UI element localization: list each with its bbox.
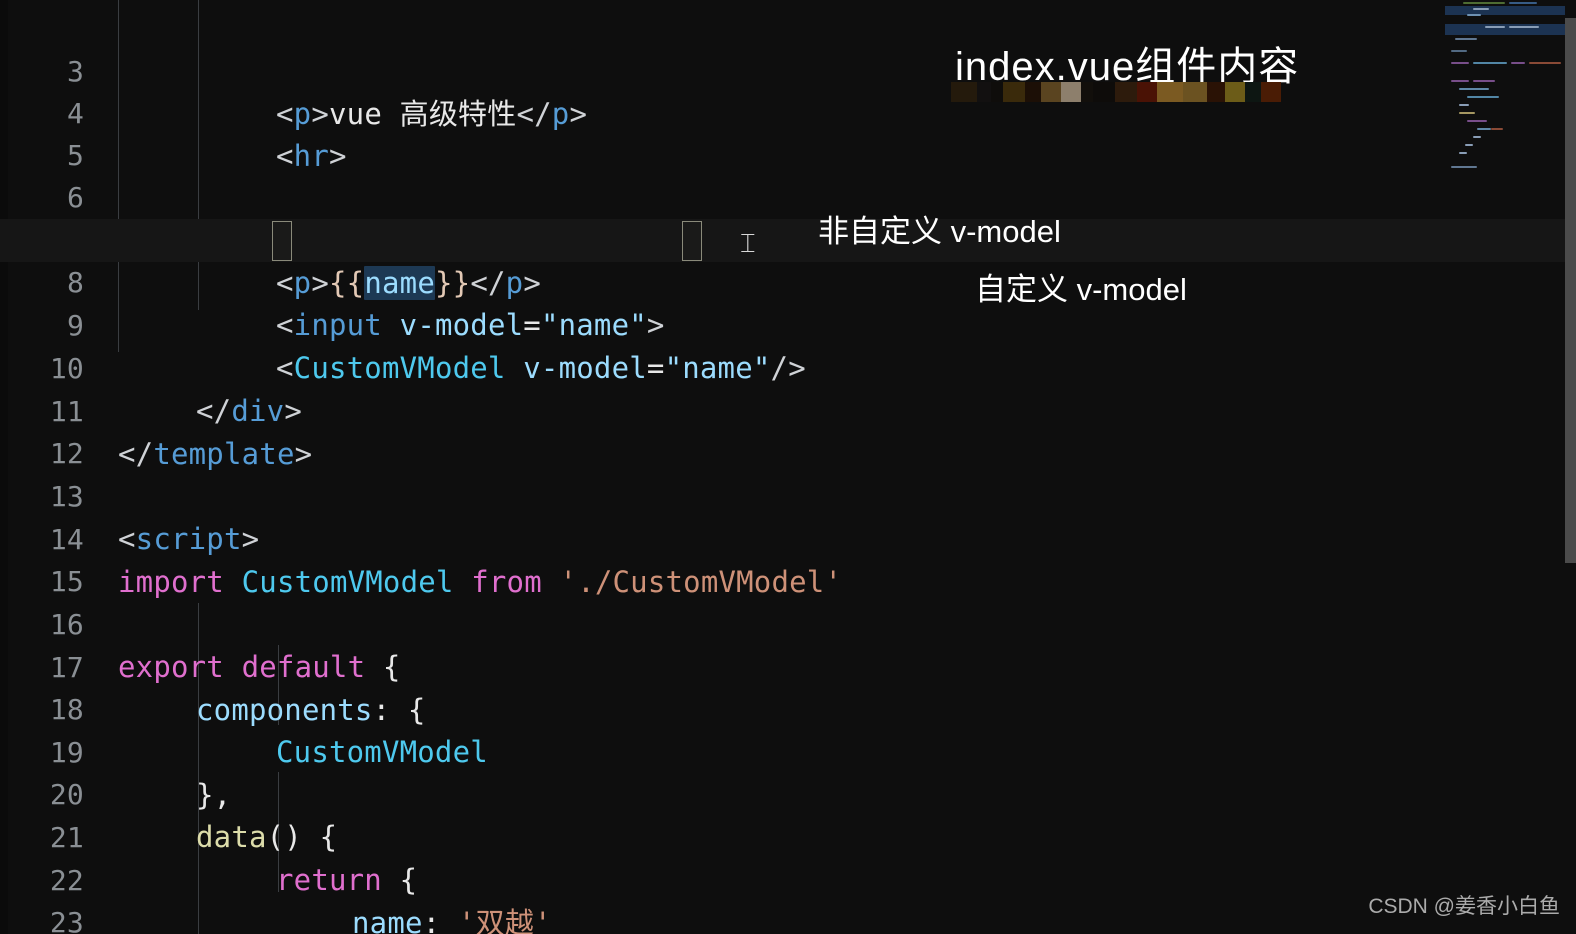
mosaic-block [1261, 82, 1281, 102]
code-line[interactable]: 4 <hr> [0, 50, 1576, 174]
code-line[interactable]: 24 } [0, 902, 1576, 934]
minimap-row [1509, 26, 1539, 28]
minimap-row [1473, 80, 1495, 82]
mosaic-block [1245, 82, 1261, 102]
mosaic-block [1081, 82, 1093, 102]
code-editor[interactable]: 3 <p>vue 高级特性</p> 4 <hr> 5 6 <!-- 自定义 v-… [0, 0, 1576, 934]
minimap-row [1491, 128, 1503, 130]
mosaic-block [1025, 82, 1041, 102]
mosaic-block [1207, 82, 1225, 102]
minimap-row [1485, 26, 1505, 28]
mosaic-block [977, 82, 991, 102]
minimap-row [1529, 62, 1561, 64]
minimap-row [1467, 96, 1499, 98]
code-line[interactable]: 16 export default { [0, 561, 1576, 685]
code-line[interactable]: 19 }, [0, 689, 1576, 813]
minimap-row [1467, 14, 1481, 16]
annotation-custom-vmodel: 自定义 v-model [975, 272, 1187, 307]
minimap-selection [1445, 24, 1565, 35]
code-line[interactable]: 3 <p>vue 高级特性</p> [0, 8, 1576, 132]
screenshot-root: 3 <p>vue 高级特性</p> 4 <hr> 5 6 <!-- 自定义 v-… [0, 0, 1576, 934]
code-line[interactable]: 5 [0, 92, 1576, 172]
code-line[interactable]: 9 <CustomVModel v-model="name"/> [0, 262, 1576, 386]
minimap-row [1455, 38, 1477, 40]
minimap-row [1473, 8, 1489, 10]
code-line[interactable]: 7 <p>{{name}}</p> [0, 177, 1576, 300]
minimap-row [1459, 104, 1469, 106]
mosaic-block [1157, 82, 1183, 102]
mosaic-block [1093, 82, 1115, 102]
code-line[interactable]: 14 import CustomVModel from './CustomVMo… [0, 476, 1576, 600]
mosaic-block [1225, 82, 1245, 102]
minimap-row [1473, 62, 1507, 64]
scrollbar-thumb[interactable] [1565, 18, 1576, 563]
minimap-row [1473, 136, 1481, 138]
minimap-row [1463, 2, 1505, 4]
code-line[interactable]: 13 <script> [0, 433, 1576, 557]
code-line[interactable]: 23 } [0, 859, 1576, 934]
mosaic-block [1041, 82, 1061, 102]
minimap-row [1509, 2, 1537, 4]
minimap-row [1451, 166, 1477, 168]
minimap-row [1459, 152, 1467, 154]
code-line[interactable]: 10 </div> [0, 305, 1576, 429]
minimap-row [1459, 112, 1475, 114]
code-line[interactable]: 20 data() { [0, 731, 1576, 855]
code-line[interactable]: 21 return { [0, 774, 1576, 898]
minimap-row [1511, 62, 1525, 64]
minimap-row [1465, 144, 1473, 146]
mosaic-block [1183, 82, 1207, 102]
mosaic-block [1137, 82, 1157, 102]
code-line[interactable]: 18 CustomVModel [0, 646, 1576, 770]
minimap-row [1459, 88, 1489, 90]
code-line[interactable]: 15 [0, 518, 1576, 598]
code-line-active[interactable]: 8 <input v-model="name"> [0, 219, 1576, 342]
code-line[interactable]: 6 <!-- 自定义 v-model --> [0, 134, 1576, 258]
mosaic-block [951, 82, 977, 102]
code-line[interactable]: 12 [0, 390, 1576, 470]
code-line[interactable]: 22 name: '双越' [0, 817, 1576, 934]
mosaic-block [1061, 82, 1081, 102]
text-cursor-icon: ⌶ [740, 229, 756, 259]
mosaic-redaction [951, 82, 1281, 102]
minimap-row [1451, 80, 1469, 82]
minimap-row [1451, 50, 1467, 52]
minimap-row [1467, 120, 1487, 122]
code-line[interactable]: 17 components: { [0, 604, 1576, 728]
mosaic-block [1003, 82, 1025, 102]
mosaic-block [1115, 82, 1137, 102]
vertical-scrollbar[interactable] [1565, 0, 1576, 934]
code-line[interactable]: 11 </template> [0, 348, 1576, 472]
minimap-row [1451, 62, 1469, 64]
bracket-match-open [272, 221, 292, 261]
editor-minimap[interactable] [1445, 0, 1565, 230]
mosaic-block [991, 82, 1003, 102]
watermark: CSDN @姜香小白鱼 [1368, 895, 1560, 918]
minimap-row [1477, 128, 1491, 130]
annotation-non-custom-vmodel: 非自定义 v-model [818, 214, 1061, 249]
minimap-selection [1445, 6, 1565, 15]
bracket-match-close [682, 221, 702, 261]
